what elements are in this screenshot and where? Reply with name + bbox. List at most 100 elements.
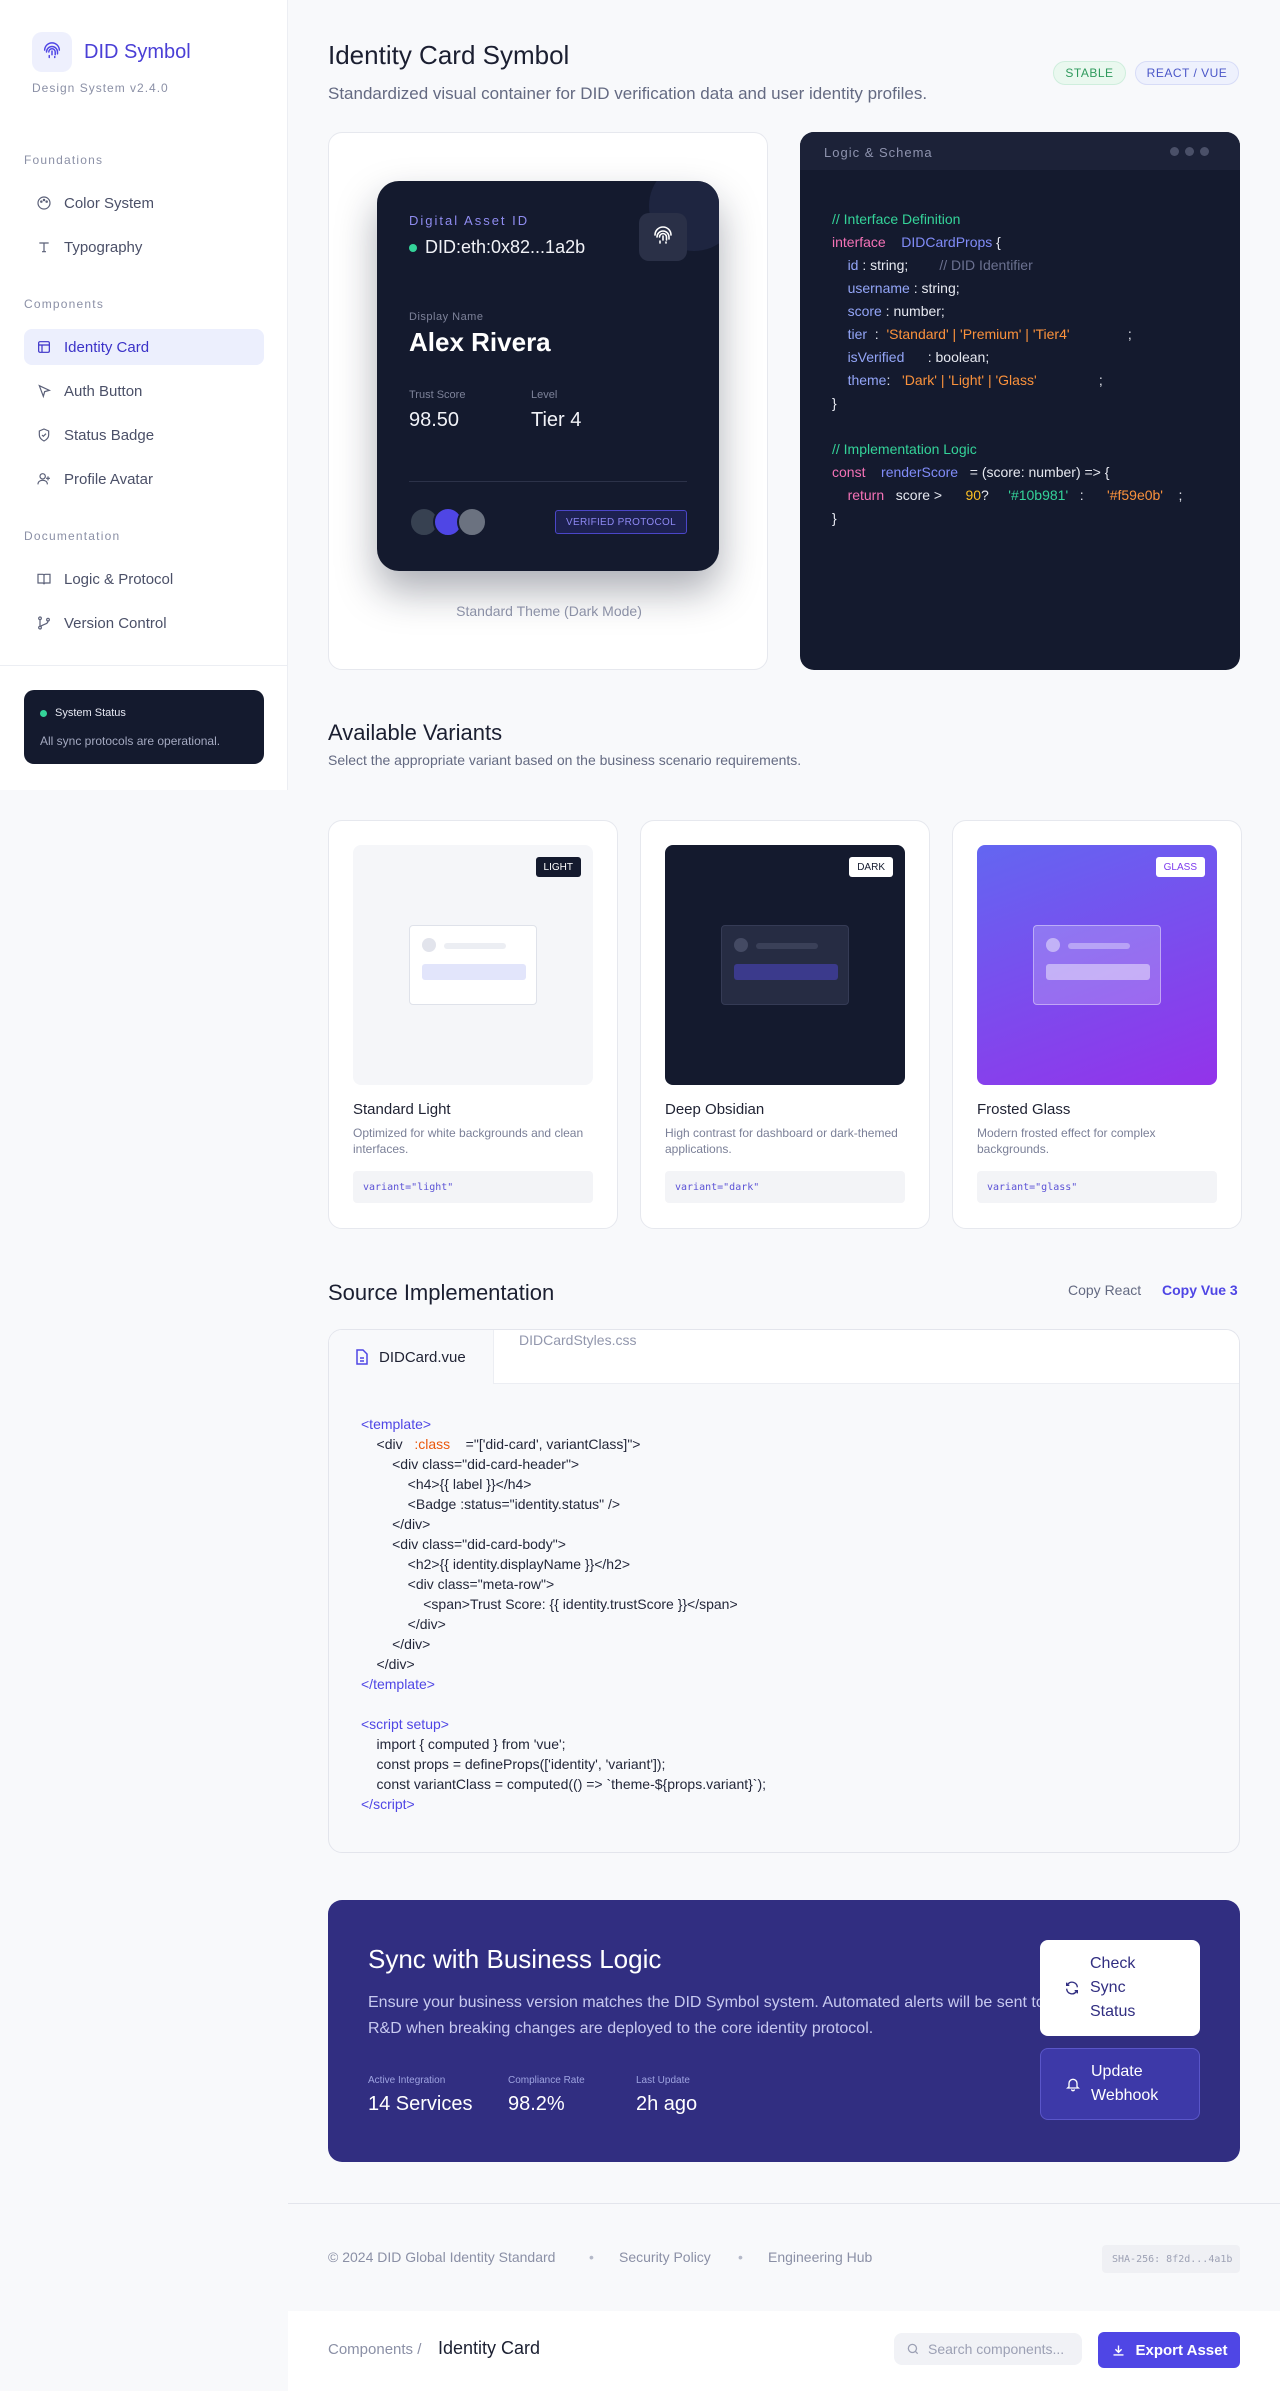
git-branch-icon [38, 616, 50, 630]
sync-banner: Sync with Business Logic Ensure your bus… [328, 1900, 1240, 2162]
tab-didcard-vue[interactable]: DIDCard.vue [329, 1330, 494, 1384]
bell-icon [1066, 2078, 1080, 2092]
copy-react-button[interactable]: Copy React [1068, 1282, 1141, 1298]
variant-description: Optimized for white backgrounds and clea… [353, 1126, 584, 1156]
variant-name: Standard Light [353, 1101, 451, 1118]
display-name-value: Alex Rivera [409, 327, 551, 357]
breadcrumb-current: Identity Card [438, 2338, 541, 2358]
variant-description: Modern frosted effect for complex backgr… [977, 1126, 1156, 1156]
sidebar-item-status-badge[interactable]: Status Badge [24, 417, 264, 453]
system-status-text: All sync protocols are operational. [40, 734, 221, 748]
variant-code[interactable]: variant="glass" [977, 1171, 1217, 1203]
status-dot-icon [40, 709, 47, 717]
sidebar-item-identity-card[interactable]: Identity Card [24, 329, 264, 365]
variant-card-dark[interactable]: DARK Deep Obsidian High contrast for das… [640, 820, 930, 1229]
book-icon [37, 573, 51, 585]
variant-code[interactable]: variant="dark" [665, 1171, 905, 1203]
asset-id-value: DID:eth:0x82...1a2b [409, 237, 585, 258]
variant-description: High contrast for dashboard or dark-them… [665, 1126, 898, 1156]
export-button[interactable]: Export Asset [1098, 2332, 1240, 2368]
mini-card [409, 925, 537, 1005]
sidebar-item-label: Identity Card [64, 338, 150, 356]
level-value: Tier 4 [531, 409, 582, 431]
sidebar-item-auth-button[interactable]: Auth Button [24, 373, 264, 409]
variants-subtitle: Select the appropriate variant based on … [328, 752, 802, 768]
shield-icon [38, 428, 50, 442]
sidebar-item-label: Logic & Protocol [64, 570, 174, 588]
level-label: Level [531, 389, 558, 401]
window-dot-icon [1185, 147, 1194, 156]
online-dot-icon [409, 243, 417, 252]
sidebar-divider [0, 665, 288, 666]
page-subtitle: Standardized visual container for DID ve… [328, 84, 928, 103]
commit-hash: SHA-256: 8f2d...4a1b [1102, 2245, 1240, 2273]
stat-label: Active Integration [368, 2075, 446, 2086]
refresh-icon [1066, 1981, 1078, 1995]
identity-card-preview[interactable]: Digital Asset ID DID:eth:0x82...1a2b Dis… [377, 181, 719, 571]
nav-section-components: Components [24, 297, 105, 311]
sync-description: Ensure your business version matches the… [368, 1990, 1048, 2042]
footer-copyright: © 2024 DID Global Identity Standard [328, 2249, 556, 2265]
variant-tag: GLASS [1155, 857, 1205, 877]
fingerprint-button[interactable] [639, 213, 687, 261]
trust-score-label: Trust Score [409, 389, 466, 401]
asset-id-text: DID:eth:0x82...1a2b [425, 237, 586, 257]
brand[interactable]: DID Symbol [32, 32, 191, 72]
variant-code[interactable]: variant="light" [353, 1171, 593, 1203]
sidebar-item-color-system[interactable]: Color System [24, 185, 264, 221]
layout-icon [38, 341, 50, 353]
update-webhook-button[interactable]: Update Webhook [1040, 2048, 1200, 2120]
window-dot-icon [1200, 147, 1209, 156]
footer-divider [288, 2203, 1280, 2204]
asset-id-label: Digital Asset ID [409, 213, 530, 228]
variant-card-light[interactable]: LIGHT Standard Light Optimized for white… [328, 820, 618, 1229]
source-tabs: DIDCard.vue DIDCardStyles.css [329, 1330, 1239, 1384]
check-sync-button[interactable]: Check Sync Status [1040, 1940, 1200, 2036]
sync-text-line: Ensure your business version matches the… [368, 1994, 1045, 2011]
variants-title: Available Variants [328, 720, 503, 745]
fingerprint-icon [654, 226, 672, 244]
sidebar-item-logic-protocol[interactable]: Logic & Protocol [24, 561, 264, 597]
type-icon [39, 242, 49, 253]
update-webhook-label: Update Webhook [1091, 2063, 1159, 2104]
breadcrumb-parent[interactable]: Components / [328, 2341, 421, 2358]
variant-tag: LIGHT [535, 857, 581, 877]
status-badge-stable: STABLE [1053, 61, 1126, 85]
footer-engineering-link[interactable]: Engineering Hub [768, 2249, 872, 2265]
logic-comment: // Implementation Logic [832, 441, 977, 457]
schema-header: Logic & Schema [800, 132, 1240, 170]
source-code: <template> <div :class ="['did-card', va… [361, 1416, 767, 1812]
check-sync-label: Check Sync Status [1090, 1955, 1136, 2020]
display-name-label: Display Name [409, 311, 484, 323]
search-input[interactable]: Search components... [894, 2333, 1082, 2365]
brand-version: Design System v2.4.0 [32, 81, 169, 95]
fingerprint-icon [32, 32, 72, 72]
nav-section-foundations: Foundations [24, 153, 104, 167]
download-icon [1113, 2345, 1123, 2356]
stat-value: 2h ago [636, 2093, 698, 2115]
stat-value: 98.2% [508, 2093, 565, 2115]
stat-value: 14 Services [368, 2093, 473, 2115]
mini-card [721, 925, 849, 1005]
variant-card-glass[interactable]: GLASS Frosted Glass Modern frosted effec… [952, 820, 1242, 1229]
schema-code: // Interface Definition interface DIDCar… [832, 211, 1183, 526]
stat-label: Compliance Rate [508, 2075, 585, 2086]
system-status-card: System Status All sync protocols are ope… [24, 690, 264, 764]
sidebar-item-typography[interactable]: Typography [24, 229, 264, 265]
copy-vue-button[interactable]: Copy Vue 3 [1162, 1282, 1238, 1298]
mini-card [1033, 925, 1161, 1005]
sidebar-item-version-control[interactable]: Version Control [24, 605, 264, 641]
variant-preview: LIGHT [353, 845, 593, 1085]
stat-label: Last Update [636, 2075, 690, 2086]
preview-caption: Standard Theme (Dark Mode) [456, 603, 642, 619]
tab-didcardstyles-css[interactable]: DIDCardStyles.css [519, 1332, 636, 1348]
footer-separator: • [589, 2249, 594, 2265]
footer-separator: • [738, 2249, 743, 2265]
search-placeholder: Search components... [928, 2341, 1065, 2357]
brand-name: DID Symbol [84, 40, 191, 63]
sidebar-item-label: Auth Button [64, 382, 143, 400]
sidebar-item-profile-avatar[interactable]: Profile Avatar [24, 461, 264, 497]
variant-preview: GLASS [977, 845, 1217, 1085]
footer-security-link[interactable]: Security Policy [619, 2249, 711, 2265]
variant-preview: DARK [665, 845, 905, 1085]
